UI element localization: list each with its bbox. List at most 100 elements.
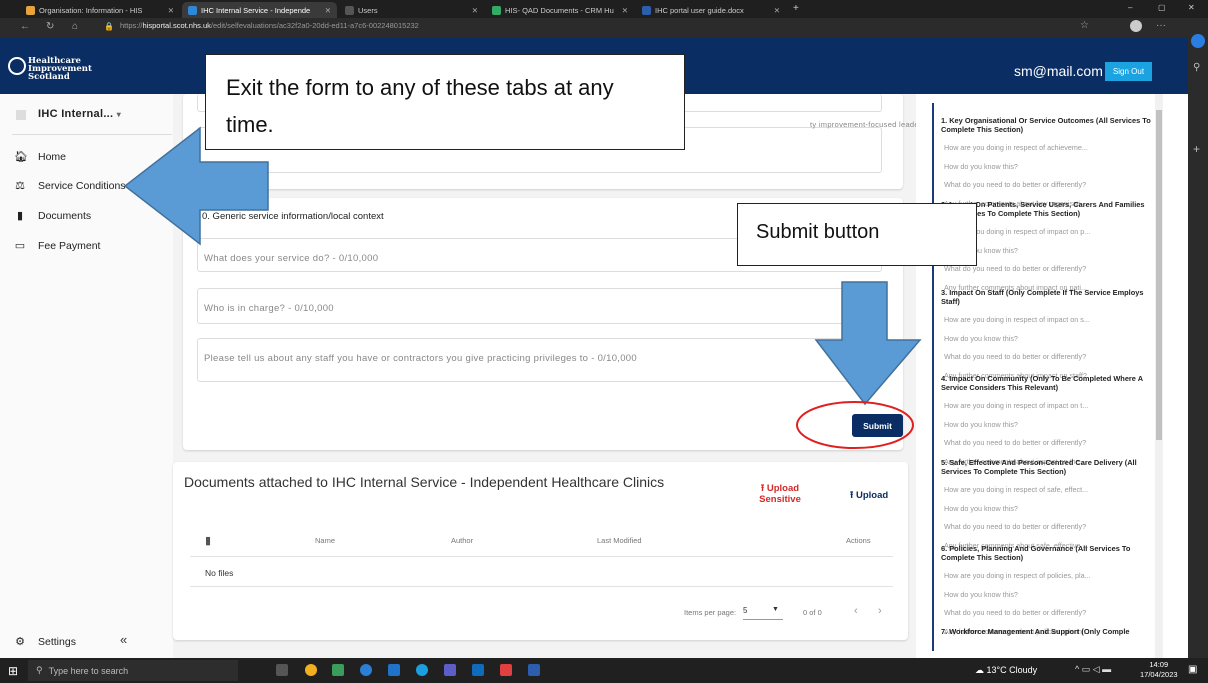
section-nav-title[interactable]: 1. Key Organisational Or Service Outcome… — [941, 116, 1156, 134]
gear-icon: ⚙ — [15, 636, 25, 648]
section-nav-question[interactable]: What do you need to do better or differe… — [944, 608, 1156, 617]
column-header-actions: Actions — [846, 536, 871, 545]
system-tray-icons[interactable]: ^ ▭ ◁ ▬ — [1075, 664, 1111, 675]
sidebar-item-home[interactable]: 🏠︎ Home — [14, 150, 66, 164]
field-placeholder: Please tell us about any staff you have … — [204, 353, 637, 364]
section-nav-question[interactable]: How are you doing in respect of policies… — [944, 571, 1156, 580]
browser-tab[interactable]: Users ✕ — [339, 2, 484, 18]
file-explorer-icon[interactable] — [332, 664, 344, 676]
divider — [190, 556, 893, 557]
new-tab-icon[interactable]: + — [793, 3, 799, 14]
section-nav-question[interactable]: How do you know this? — [944, 334, 1156, 343]
search-icon[interactable]: ⚲ — [1193, 62, 1200, 73]
section-nav-question[interactable]: How do you know this? — [944, 504, 1156, 513]
browser-tab[interactable]: IHC portal user guide.docx ✕ — [636, 2, 786, 18]
credit-card-icon: ▭ — [14, 240, 26, 252]
section-nav-question[interactable]: What do you need to do better or differe… — [944, 180, 1156, 189]
next-page-icon[interactable]: › — [878, 605, 882, 617]
staff-contractors-field[interactable]: Please tell us about any staff you have … — [197, 338, 882, 382]
person-in-charge-field[interactable]: Who is in charge? - 0/10,000 — [197, 288, 882, 324]
window-close-icon[interactable]: ✕ — [1188, 3, 1195, 12]
sidebar-item-service-conditions[interactable]: ⚖ Service Conditions — [14, 179, 125, 193]
windows-start-icon[interactable]: ⊞ — [8, 664, 18, 678]
tab-favicon-icon — [345, 5, 354, 15]
ie-icon[interactable] — [360, 664, 372, 676]
profile-icon[interactable] — [1130, 20, 1142, 32]
bing-icon[interactable] — [1191, 34, 1205, 48]
back-icon[interactable]: ← — [20, 21, 30, 32]
left-arrow-annotation — [123, 126, 269, 246]
chrome-icon[interactable] — [305, 664, 317, 676]
upload-sensitive-button[interactable]: ⭱ Upload Sensitive — [745, 483, 815, 505]
edge-icon[interactable] — [416, 664, 428, 676]
url-field[interactable]: https://hisportal.scot.nhs.uk/edit/selfe… — [120, 21, 419, 30]
scrollbar-thumb[interactable] — [1156, 110, 1162, 440]
section-nav-question[interactable]: What do you need to do better or differe… — [944, 352, 1156, 361]
section-nav-question[interactable]: How do you know this? — [944, 590, 1156, 599]
section-nav-question[interactable]: How do you know this? — [944, 162, 1156, 171]
lock-icon: 🔒 — [104, 22, 114, 31]
sidebar-item-documents[interactable]: ▮ Documents — [14, 209, 91, 223]
section-nav-title[interactable]: 7. Workforce Management And Support (Onl… — [941, 627, 1156, 637]
maximize-icon[interactable]: ▢ — [1158, 3, 1166, 12]
sidebar-item-settings[interactable]: ⚙ Settings — [14, 635, 76, 649]
notifications-icon[interactable]: ▣ — [1188, 664, 1197, 675]
items-per-page-value: 5 — [743, 606, 748, 615]
section-nav-question[interactable]: What do you need to do better or differe… — [944, 522, 1156, 531]
search-icon: ⚲ — [36, 665, 43, 675]
column-header-author: Author — [451, 536, 474, 545]
section-nav-question[interactable]: How are you doing in respect of impact o… — [944, 401, 1156, 410]
add-icon[interactable]: + — [1193, 142, 1200, 156]
task-view-icon[interactable] — [276, 664, 288, 676]
close-tab-icon[interactable]: ✕ — [774, 6, 780, 15]
section-nav-question[interactable]: How do you know this? — [944, 420, 1156, 429]
outlook-app-icon[interactable] — [472, 664, 484, 676]
sign-out-button[interactable]: Sign Out — [1105, 62, 1152, 81]
clock-time: 14:09 — [1149, 660, 1169, 669]
close-tab-icon[interactable]: ✕ — [325, 6, 331, 15]
field-placeholder: Who is in charge? - 0/10,000 — [204, 303, 334, 314]
weather-widget[interactable]: ☁ 13°C Cloudy — [975, 665, 1037, 676]
section-nav-title[interactable]: 4. Impact On Community (Only To Be Compl… — [941, 374, 1156, 392]
section-nav-question[interactable]: How are you doing in respect of safe, ef… — [944, 485, 1156, 494]
clock[interactable]: 14:09 17/04/2023 — [1140, 660, 1178, 680]
section-nav-title[interactable]: 6. Policies, Planning And Governance (Al… — [941, 544, 1156, 562]
taskbar-search[interactable]: ⚲ Type here to search — [28, 660, 238, 681]
collapse-sidebar-button[interactable]: « — [120, 632, 127, 647]
close-tab-icon[interactable]: ✕ — [472, 6, 478, 15]
refresh-icon[interactable]: ↻ — [46, 21, 54, 32]
tab-label: IHC Internal Service - Independe — [201, 5, 311, 15]
section-nav-title[interactable]: 5. Safe, Effective And Person-Centred Ca… — [941, 458, 1156, 476]
upload-button[interactable]: ⭱ Upload — [850, 488, 888, 504]
section-navigator-line — [932, 103, 934, 651]
home-icon[interactable]: ⌂ — [72, 21, 78, 32]
items-per-page-select[interactable]: 5 ▼ — [743, 606, 783, 620]
browser-tab[interactable]: Organisation: Information - HIS ✕ — [20, 2, 180, 18]
favorites-icon[interactable]: ☆ — [1080, 20, 1089, 31]
minimize-icon[interactable]: – — [1128, 3, 1132, 12]
tab-label: IHC portal user guide.docx — [655, 5, 744, 15]
section-nav-question[interactable]: What do you need to do better or differe… — [944, 438, 1156, 447]
outlook-icon[interactable] — [388, 664, 400, 676]
close-tab-icon[interactable]: ✕ — [168, 6, 174, 15]
previous-page-icon[interactable]: ‹ — [854, 605, 858, 617]
more-icon[interactable]: ··· — [1156, 20, 1166, 31]
org-selector[interactable]: IHC Internal... ▾ — [38, 108, 121, 120]
section-nav-question[interactable]: How are you doing in respect of achievem… — [944, 143, 1156, 152]
browser-tab[interactable]: HIS- QAD Documents - CRM Hu ✕ — [486, 2, 634, 18]
document-icon: ▮ — [16, 210, 24, 222]
tab-label: Organisation: Information - HIS — [39, 5, 143, 15]
section-nav-question[interactable]: How are you doing in respect of impact o… — [944, 315, 1156, 324]
teams-icon[interactable] — [444, 664, 456, 676]
browser-tab-active[interactable]: IHC Internal Service - Independe ✕ — [182, 2, 337, 18]
sidebar-item-label: Fee Payment — [38, 239, 101, 252]
site-logo[interactable]: Healthcare Improvement Scotland — [28, 57, 92, 82]
tab-label: HIS- QAD Documents - CRM Hu — [505, 5, 614, 15]
section-nav-title[interactable]: 3. Impact On Staff (Only Complete If The… — [941, 288, 1156, 306]
vivaldi-icon[interactable] — [500, 664, 512, 676]
close-tab-icon[interactable]: ✕ — [622, 6, 628, 15]
chevron-down-icon: ▼ — [772, 606, 779, 613]
word-icon[interactable] — [528, 664, 540, 676]
sidebar-item-fee-payment[interactable]: ▭ Fee Payment — [14, 239, 101, 253]
submit-callout-text: Submit button — [756, 221, 880, 243]
